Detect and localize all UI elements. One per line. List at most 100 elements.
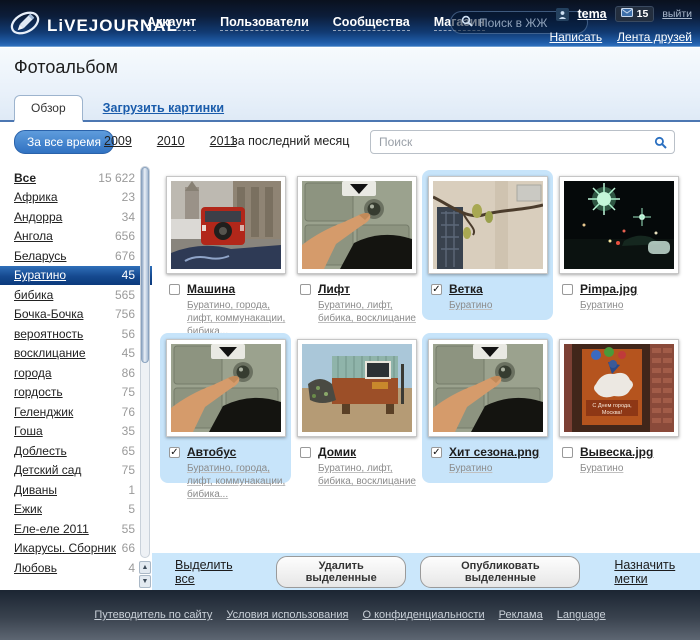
photo-tags[interactable]: Буратино (580, 462, 682, 475)
footer-link[interactable]: Language (557, 609, 606, 621)
sidebar-tag-item[interactable]: Буратино45 (0, 266, 152, 286)
tags-sidebar: Все15 622Африка23Андорра34Ангола656Белар… (0, 160, 152, 590)
scrollbar-thumb[interactable] (141, 167, 149, 363)
photo-title-row: Машина (169, 282, 291, 296)
filter-year-link[interactable]: 2010 (157, 134, 185, 148)
photo-thumbnail[interactable] (166, 339, 286, 437)
filter-all-time[interactable]: За все время (14, 130, 114, 154)
footer-link[interactable]: Условия использования (226, 609, 348, 621)
photo-tags[interactable]: Буратино, города, лифт, коммунакации, би… (187, 462, 289, 501)
sidebar-tag-item[interactable]: Ежик5 (0, 500, 152, 520)
write-post-link[interactable]: Написать (549, 30, 602, 44)
sidebar-tag-item[interactable]: Детский сад75 (0, 461, 152, 481)
sidebar-tag-item[interactable]: Любовь4 (0, 558, 152, 578)
photo-checkbox[interactable] (300, 284, 311, 295)
search-icon[interactable] (654, 136, 667, 149)
sidebar-tag-item[interactable]: бибика565 (0, 285, 152, 305)
photo-checkbox[interactable] (300, 447, 311, 458)
sidebar-tag-item[interactable]: Бочка-Бочка756 (0, 305, 152, 325)
photo-title-row: Лифт (300, 282, 422, 296)
photo-cell: ЛифтБуратино, лифт, бибика, восклицание (291, 170, 422, 320)
publish-selected-button[interactable]: Опубликовать выделенные (420, 556, 580, 588)
photo-title-link[interactable]: Машина (187, 282, 235, 296)
photo-title-link[interactable]: Pimpa.jpg (580, 282, 637, 296)
footer-link[interactable]: О конфиденциальности (362, 609, 484, 621)
photo-tags[interactable]: Буратино (580, 299, 682, 312)
photo-tags[interactable]: Буратино, лифт, бибика, восклицание (318, 299, 420, 325)
sidebar-tag-item[interactable]: Гоша35 (0, 422, 152, 442)
photo-title-link[interactable]: Ветка (449, 282, 483, 296)
tag-label: города (14, 366, 116, 380)
select-all-link[interactable]: Выделить все (175, 558, 246, 586)
photo-title-link[interactable]: Хит сезона.png (449, 445, 539, 459)
sidebar-tag-item[interactable]: Беларусь676 (0, 246, 152, 266)
nav-item[interactable]: Пользователи (220, 15, 309, 31)
sidebar-scrollbar[interactable] (140, 166, 150, 558)
logout-link[interactable]: выйти (662, 8, 692, 20)
photo-grid: МашинаБуратино, города, лифт, коммунакац… (160, 170, 692, 496)
username-link[interactable]: tema (577, 7, 606, 21)
photo-thumbnail[interactable] (297, 339, 417, 437)
delete-selected-button[interactable]: Удалить выделенные (276, 556, 407, 588)
scroll-up-button[interactable]: ▲ (139, 561, 151, 574)
sidebar-tag-item[interactable]: Африка23 (0, 188, 152, 208)
nav-item[interactable]: Аккаунт (147, 15, 196, 31)
photo-checkbox[interactable] (562, 447, 573, 458)
tag-label: Любовь (14, 561, 122, 575)
sidebar-tag-item[interactable]: Геленджик76 (0, 402, 152, 422)
photo-checkbox[interactable] (562, 284, 573, 295)
nav-item[interactable]: Сообщества (333, 15, 410, 31)
footer-link[interactable]: Путеводитель по сайту (94, 609, 212, 621)
tab-overview[interactable]: Обзор (14, 95, 83, 122)
photo-thumbnail[interactable] (166, 176, 286, 274)
filter-last-month[interactable]: за последний месяц (232, 134, 349, 148)
photo-title-link[interactable]: Вывеска.jpg (580, 445, 653, 459)
assign-tags-link[interactable]: Назначить метки (614, 558, 700, 586)
footer-link[interactable]: Реклама (499, 609, 543, 621)
sidebar-tag-item[interactable]: вероятность56 (0, 324, 152, 344)
photo-checkbox[interactable] (169, 284, 180, 295)
elevator-button-photo (171, 344, 281, 432)
mail-badge[interactable]: 15 (615, 6, 655, 22)
photo-checkbox[interactable]: ✓ (431, 284, 442, 295)
filter-year-link[interactable]: 2009 (104, 134, 132, 148)
tab-upload-pictures[interactable]: Загрузить картинки (103, 101, 224, 115)
photo-checkbox[interactable]: ✓ (431, 447, 442, 458)
photo-title-link[interactable]: Автобус (187, 445, 236, 459)
sidebar-tag-item[interactable]: Доблесть65 (0, 441, 152, 461)
photo-cell: ✓ Хит сезона.png Буратино (422, 333, 553, 483)
photo-tags[interactable]: Буратино (449, 462, 551, 475)
scroll-down-button[interactable]: ▼ (139, 575, 151, 588)
envelope-icon (621, 8, 633, 20)
sidebar-tag-item[interactable]: Диваны1 (0, 480, 152, 500)
avatar[interactable] (556, 8, 569, 21)
photo-tags[interactable]: Буратино (449, 299, 551, 312)
photo-checkbox[interactable]: ✓ (169, 447, 180, 458)
friends-feed-link[interactable]: Лента друзей (617, 30, 692, 44)
photo-title-link[interactable]: Лифт (318, 282, 350, 296)
sidebar-tag-item[interactable]: Все15 622 (0, 168, 152, 188)
photo-thumbnail[interactable] (297, 176, 417, 274)
sidebar-tag-item[interactable]: Ангола656 (0, 227, 152, 247)
photo-cell: С Днем города, Москва! Вывеска.jpg Бурати… (553, 333, 684, 483)
sidebar-tag-item[interactable]: Еле-еле 201155 (0, 519, 152, 539)
sidebar-tag-item[interactable]: города86 (0, 363, 152, 383)
tag-count: 55 (122, 522, 135, 536)
photo-title-row: ✓ Ветка (431, 282, 553, 296)
sidebar-tag-item[interactable]: восклицание45 (0, 344, 152, 364)
sidebar-tag-item[interactable]: Икарусы. Сборник66 (0, 539, 152, 559)
photo-thumbnail[interactable] (428, 339, 548, 437)
photo-tags[interactable]: Буратино, лифт, бибика, восклицание (318, 462, 420, 488)
photo-title-row: ✓ Автобус (169, 445, 291, 459)
photo-thumbnail[interactable] (428, 176, 548, 274)
photo-title-link[interactable]: Домик (318, 445, 356, 459)
sidebar-tag-item[interactable]: гордость75 (0, 383, 152, 403)
album-search[interactable] (370, 130, 675, 154)
photo-thumbnail[interactable] (559, 176, 679, 274)
photo-thumbnail[interactable]: С Днем города, Москва! (559, 339, 679, 437)
site-footer: Путеводитель по сайту Условия использован… (0, 590, 700, 640)
photo-title-row: Pimpa.jpg (562, 282, 684, 296)
sidebar-tag-item[interactable]: Андорра34 (0, 207, 152, 227)
album-search-input[interactable] (371, 135, 654, 149)
tag-label: Диваны (14, 483, 122, 497)
